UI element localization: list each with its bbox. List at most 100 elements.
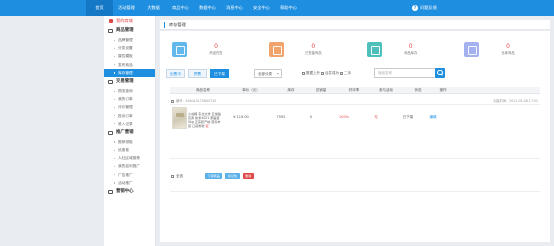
order-time: 创建时间：2021-05-08 17:02 (493, 99, 538, 103)
sidebar-item-income[interactable]: 收入记录 (104, 120, 155, 128)
product-rating: 100% (338, 115, 350, 119)
product-name[interactable]: 小谷粮 东北大米 五常稻花香 新米2021 家庭装 5kg 正宗原产地 营养丰富… (188, 112, 222, 128)
sidebar-item-publish[interactable]: 发布商品 (104, 61, 155, 69)
nav-item-bigdata[interactable]: 大数据 (140, 0, 167, 16)
cart-icon (108, 79, 113, 84)
checkbox-label: 数据上升 (306, 71, 320, 75)
product-sales: 0 (309, 115, 313, 119)
nav-item-message-center[interactable]: 消息中心 (221, 0, 248, 16)
column-header: 好评率 (348, 88, 360, 92)
stat-inventory: 0 商品库存 (365, 36, 443, 63)
delete-button[interactable]: 删除 (242, 173, 254, 179)
stat-value: 0 (408, 43, 413, 50)
column-header: 库存 (287, 88, 295, 92)
nav-item-goods-center[interactable]: 商品中心 (167, 0, 194, 16)
breadcrumb-bar: 库存管理 (160, 20, 550, 30)
edit-link[interactable]: 编辑 (430, 115, 437, 120)
cart-icon (463, 42, 479, 57)
stat-warehouse: 0 仓库商品 (462, 36, 540, 63)
column-header: 状态 (414, 88, 422, 92)
sidebar-group-goods[interactable]: 商品管理 (104, 26, 155, 36)
stat-value: 0 (311, 43, 316, 50)
nav-item-help-center[interactable]: 帮助中心 (275, 0, 302, 16)
stat-label: 商品在售 (209, 51, 223, 55)
nav-item-home[interactable]: 首页 (86, 0, 113, 16)
checkbox-rising[interactable] (302, 72, 305, 75)
checkbox-label: 二手 (344, 71, 351, 75)
column-header: 操作 (439, 88, 447, 92)
sidebar-item-coupons[interactable]: 优惠卷 (104, 146, 155, 154)
sidebar-item-reviews[interactable]: 评价管理 (104, 103, 155, 111)
sidebar-group-marketing-center[interactable]: 营销中心 (104, 187, 155, 197)
stat-value: 0 (506, 43, 510, 50)
search-button[interactable] (435, 68, 445, 78)
table-header: 商品名称 单价（元） 库存 总销量 好评率 参与活动 状态 操作 (170, 87, 540, 94)
feedback-label: 问题反馈 (420, 5, 437, 10)
select-all-checkbox[interactable] (171, 174, 174, 178)
checkbox-label: 合并成为 (325, 71, 339, 75)
tab-on-sale[interactable]: 出售中 (166, 69, 185, 78)
sidebar-item-brand[interactable]: 品牌管理 (104, 36, 155, 44)
stat-label: 商品库存 (404, 51, 418, 55)
sidebar-item-rebate[interactable]: 我的返利推广 (104, 162, 155, 170)
sidebar-item-community[interactable]: 人社区域推荐 (104, 154, 155, 162)
category-select[interactable]: 全部分类 (254, 69, 282, 78)
column-header: 总销量 (315, 88, 327, 92)
sidebar: 我的商城 商品管理 品牌管理 分类设置 属性模板 发布商品 库存管理 交易管理 … (0, 16, 156, 246)
nav-item-data-center[interactable]: 数据中心 (194, 0, 221, 16)
nav-item-security-center[interactable]: 安全中心 (248, 0, 275, 16)
product-stock: 7592 (276, 115, 286, 119)
tab-delisted[interactable]: 已下架 (210, 69, 229, 78)
tab-presale[interactable]: 预售 (188, 69, 207, 78)
stat-sold-out: 0 已售罄商品 (267, 36, 345, 63)
stat-label: 已售罄商品 (305, 51, 322, 55)
sidebar-group-label: 营销中心 (116, 189, 134, 194)
checkbox-merge[interactable] (321, 72, 324, 75)
sidebar-group-marketing[interactable]: 推广营销 (104, 128, 155, 138)
chart-icon (108, 190, 113, 194)
tag-icon (269, 42, 285, 57)
sidebar-group-label: 推广营销 (116, 129, 134, 135)
filter-bar: 出售中 预售 已下架 全部分类 数据上升 合并成为 二手 商品名称 (166, 68, 546, 79)
product-status: 已下架 (402, 115, 414, 119)
sidebar-home[interactable]: 我的商城 (104, 16, 155, 26)
sidebar-item-logistics[interactable]: 物流查询 (104, 87, 155, 95)
sidebar-item-inventory[interactable]: 库存管理 (104, 68, 155, 77)
sidebar-item-ads[interactable]: 广告推广 (104, 171, 155, 179)
main-content: 0 商品在售 0 已售罄商品 0 商品库存 0 仓库商品 出售中 预售 已下架 全部分类… (160, 31, 550, 242)
product-activity: 无 (374, 115, 378, 119)
sidebar-group-label: 商品管理 (116, 28, 134, 33)
sidebar-item-orders[interactable]: 我的订单 (104, 95, 155, 103)
sidebar-item-complaints[interactable]: 投诉订单 (104, 112, 155, 120)
mark-hot-button[interactable]: 标记热 (225, 173, 240, 179)
sidebar-item-recommend[interactable]: 推荐领取 (104, 138, 155, 146)
nav-item-activity[interactable]: 活动管理 (113, 0, 140, 16)
delist-button[interactable]: 下架商品 (205, 173, 223, 179)
search-input[interactable]: 商品名称 (374, 68, 436, 78)
shopping-bag-icon (172, 42, 187, 57)
sidebar-group-trade[interactable]: 交易管理 (104, 77, 155, 87)
filter-checkboxes: 数据上升 合并成为 二手 (302, 69, 351, 78)
category-select-value: 全部分类 (258, 72, 272, 76)
box-icon (108, 29, 113, 33)
checkbox-secondhand[interactable] (340, 72, 343, 75)
select-all-label: 全选 (176, 173, 183, 178)
product-price: ¥ 119.00 (233, 115, 249, 119)
bulk-actions: 全选 下架商品 标记热 删除 (170, 172, 257, 180)
sidebar-item-campaigns[interactable]: 活动推广 (104, 179, 155, 187)
page-title: 库存管理 (164, 22, 186, 28)
sidebar-item-attr-template[interactable]: 属性模板 (104, 52, 155, 60)
row-checkbox[interactable] (171, 99, 174, 103)
stat-on-sale: 0 商品在售 (170, 36, 248, 63)
order-number: 编号：A9A4LSL7SNXXT4S (176, 99, 217, 103)
divider (170, 158, 540, 159)
feedback-link[interactable]: ? 问题反馈 (412, 0, 437, 16)
refresh-icon (366, 42, 382, 57)
column-header: 商品名称 (196, 88, 210, 92)
sidebar-item-category[interactable]: 分类设置 (104, 44, 155, 52)
question-icon: ? (412, 5, 418, 11)
megaphone-icon (108, 130, 113, 135)
sidebar-menu: 我的商城 商品管理 品牌管理 分类设置 属性模板 发布商品 库存管理 交易管理 … (104, 16, 156, 246)
product-image[interactable] (172, 107, 187, 129)
sidebar-group-label: 交易管理 (116, 78, 134, 84)
